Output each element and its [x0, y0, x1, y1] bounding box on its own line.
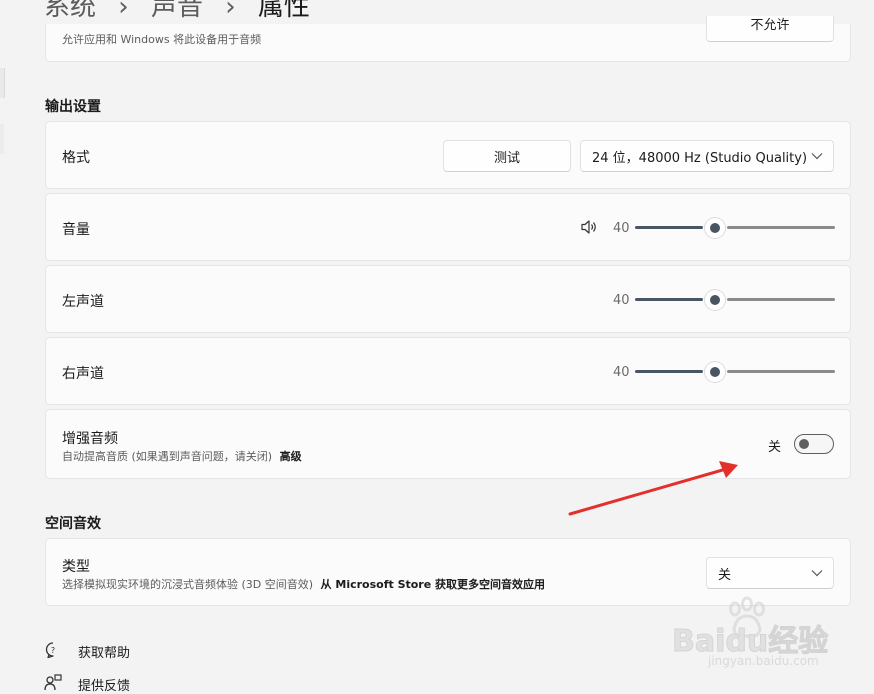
- annotation-arrow: [568, 461, 738, 516]
- enhance-audio-description: 自动提高音质 (如果遇到声音问题，请关闭) 高级: [62, 448, 302, 464]
- test-button[interactable]: 测试: [443, 140, 571, 172]
- enhance-audio-state: 关: [768, 440, 782, 455]
- left-channel-card: 左声道 40: [45, 265, 851, 333]
- feedback-icon: [44, 674, 62, 691]
- disallow-button[interactable]: 不允许: [706, 16, 834, 42]
- right-channel-slider[interactable]: [635, 362, 835, 382]
- volume-value: 40: [613, 221, 630, 236]
- allow-audio-description: 允许应用和 Windows 将此设备用于音频: [62, 33, 262, 46]
- right-channel-card: 右声道 40: [45, 337, 851, 405]
- spatial-type-dropdown-value: 关: [718, 567, 732, 583]
- volume-card: 音量 40: [45, 193, 851, 261]
- left-channel-slider[interactable]: [635, 290, 835, 310]
- format-label: 格式: [62, 150, 90, 166]
- slider-track: [727, 226, 835, 229]
- svg-text:?: ?: [51, 646, 55, 655]
- test-button-label: 测试: [493, 150, 520, 166]
- spatial-type-label: 类型: [62, 559, 90, 575]
- section-title-output: 输出设置: [45, 99, 101, 115]
- format-dropdown-value: 24 位，48000 Hz (Studio Quality): [592, 150, 808, 166]
- sidebar-edge: [0, 68, 5, 98]
- disallow-button-label: 不允许: [750, 18, 790, 33]
- left-channel-value: 40: [613, 293, 630, 308]
- allow-audio-card: 允许应用和 Windows 将此设备用于音频 不允许: [45, 16, 851, 62]
- format-card: 格式 测试 24 位，48000 Hz (Studio Quality): [45, 121, 851, 189]
- volume-slider[interactable]: [635, 218, 835, 238]
- volume-label: 音量: [62, 222, 90, 238]
- slider-thumb[interactable]: [705, 218, 725, 238]
- speaker-icon: [581, 220, 596, 234]
- slider-fill: [635, 298, 703, 301]
- help-icon: ?: [45, 642, 55, 659]
- chevron-down-icon: [811, 570, 823, 577]
- right-channel-value: 40: [613, 365, 630, 380]
- toggle-knob: [799, 439, 809, 449]
- slider-fill: [635, 370, 703, 373]
- watermark-url: jingyan.baidu.com: [708, 654, 819, 668]
- right-channel-label: 右声道: [62, 366, 104, 382]
- section-title-spatial: 空间音效: [45, 516, 101, 532]
- enhance-audio-description-text: 自动提高音质 (如果遇到声音问题，请关闭): [62, 450, 273, 463]
- enhance-audio-toggle[interactable]: [794, 434, 834, 454]
- get-help-link[interactable]: 获取帮助: [78, 642, 130, 661]
- spatial-type-dropdown[interactable]: 关: [706, 557, 834, 589]
- sidebar-edge-item: [0, 124, 4, 154]
- spatial-type-description: 选择模拟现实环境的沉浸式音频体验 (3D 空间音效) 从 Microsoft S…: [62, 576, 545, 592]
- store-link[interactable]: 从 Microsoft Store 获取更多空间音效应用: [321, 578, 545, 591]
- left-channel-label: 左声道: [62, 294, 104, 310]
- spatial-type-description-text: 选择模拟现实环境的沉浸式音频体验 (3D 空间音效): [62, 578, 314, 591]
- chevron-down-icon: [811, 153, 823, 160]
- slider-fill: [635, 226, 703, 229]
- format-dropdown[interactable]: 24 位，48000 Hz (Studio Quality): [580, 140, 834, 172]
- slider-thumb[interactable]: [705, 290, 725, 310]
- watermark: Baidu经验 jingyan.baidu.com: [671, 596, 872, 676]
- advanced-link[interactable]: 高级: [280, 450, 302, 463]
- slider-track: [727, 370, 835, 373]
- give-feedback-link[interactable]: 提供反馈: [78, 675, 130, 694]
- slider-track: [727, 298, 835, 301]
- slider-thumb[interactable]: [705, 362, 725, 382]
- enhance-audio-label: 增强音频: [62, 431, 118, 447]
